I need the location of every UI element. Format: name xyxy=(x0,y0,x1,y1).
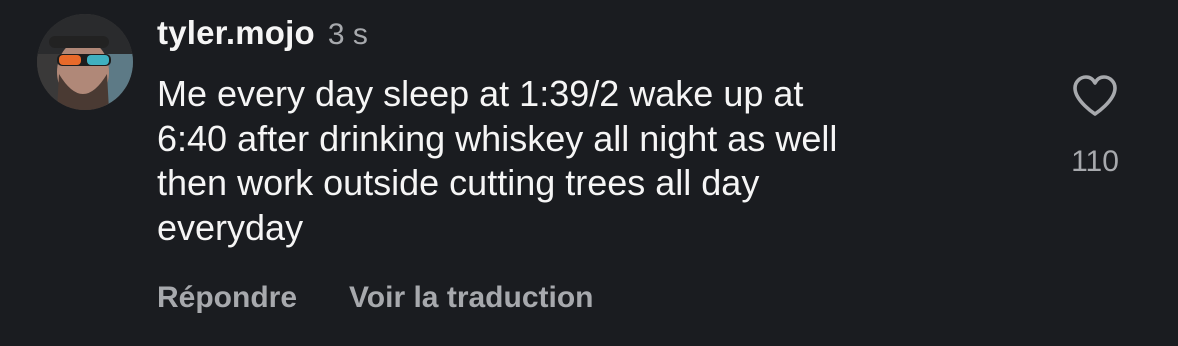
reply-button[interactable]: Répondre xyxy=(157,281,297,315)
avatar[interactable] xyxy=(37,14,133,110)
comment-item: tyler.mojo 3 s Me every day sleep at 1:3… xyxy=(0,0,1178,346)
avatar-image xyxy=(37,14,133,110)
comment-text: Me every day sleep at 1:39/2 wake up at … xyxy=(157,73,838,248)
like-section: 110 xyxy=(1066,74,1124,179)
comment-actions: Répondre Voir la traduction xyxy=(157,281,593,315)
timestamp: 3 s xyxy=(327,18,368,51)
translate-button[interactable]: Voir la traduction xyxy=(349,281,593,315)
comment-header: tyler.mojo 3 s xyxy=(157,14,1037,60)
heart-outline-icon[interactable] xyxy=(1071,74,1119,123)
like-count: 110 xyxy=(1071,145,1119,178)
comment-body: tyler.mojo 3 s Me every day sleep at 1:3… xyxy=(157,14,1037,250)
username[interactable]: tyler.mojo xyxy=(157,14,315,52)
